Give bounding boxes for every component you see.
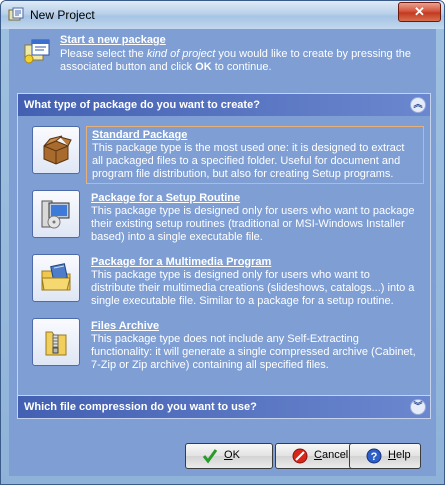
files-archive-title[interactable]: Files Archive (91, 320, 417, 333)
package-box-icon (43, 135, 72, 165)
zip-archive-icon (45, 331, 67, 356)
package-type-panel: What type of package do you want to crea… (17, 93, 431, 409)
expand-icon[interactable]: ︾ (410, 399, 426, 415)
setup-computer-icon (41, 200, 70, 229)
standard-package-title[interactable]: Standard Package (92, 129, 418, 142)
compression-panel-header[interactable]: Which file compression do you want to us… (17, 395, 431, 419)
cancel-button-label: Cancel (314, 449, 349, 461)
package-type-panel-header[interactable]: What type of package do you want to crea… (18, 94, 430, 116)
header-desc-emphasis: kind of project (146, 48, 216, 60)
ok-button-label: OK (224, 449, 240, 461)
files-archive-button[interactable] (32, 318, 80, 366)
header-desc-text: Please select the (60, 48, 147, 60)
header-desc-ok: OK (195, 61, 212, 73)
standard-package-desc: This package type is the most used one: … (92, 142, 405, 180)
close-button[interactable]: ✕ (398, 2, 441, 22)
multimedia-program-title[interactable]: Package for a Multimedia Program (91, 256, 417, 269)
new-project-window: New Project ✕ Start a new package Please… (0, 0, 445, 485)
new-package-icon (24, 39, 50, 64)
header-desc-text-3: to continue. (211, 61, 272, 73)
checkmark-icon (202, 449, 218, 464)
help-button-label: Help (388, 449, 411, 461)
standard-package-text: Standard Package This package type is th… (86, 126, 424, 184)
standard-package-button[interactable] (32, 126, 80, 174)
multimedia-program-button[interactable] (32, 254, 80, 302)
header-title[interactable]: Start a new package (60, 34, 166, 46)
help-button[interactable]: ? Help (349, 443, 421, 469)
setup-routine-title[interactable]: Package for a Setup Routine (91, 192, 417, 205)
setup-routine-text: Package for a Setup Routine This package… (86, 190, 422, 246)
compression-panel-title: Which file compression do you want to us… (24, 401, 257, 413)
ok-button[interactable]: OK (185, 443, 273, 469)
header-description: Please select the kind of project you wo… (60, 48, 420, 74)
title-bar: New Project ✕ (1, 1, 444, 29)
setup-routine-desc: This package type is designed only for u… (91, 205, 415, 243)
collapse-icon[interactable]: ︽ (410, 97, 426, 113)
files-archive-desc: This package type does not include any S… (91, 333, 416, 371)
setup-routine-button[interactable] (32, 190, 80, 238)
header: Start a new package Please select the ki… (9, 29, 436, 81)
cancel-icon (292, 448, 308, 464)
help-icon: ? (366, 448, 382, 464)
svg-text:?: ? (371, 451, 378, 463)
window-title: New Project (30, 8, 95, 22)
app-icon (8, 7, 24, 21)
package-type-panel-title: What type of package do you want to crea… (24, 99, 260, 111)
multimedia-folder-icon (41, 263, 71, 291)
multimedia-program-desc: This package type is designed only for u… (91, 269, 415, 307)
files-archive-text: Files Archive This package type does not… (86, 318, 422, 374)
multimedia-program-text: Package for a Multimedia Program This pa… (86, 254, 422, 310)
client-area: Start a new package Please select the ki… (9, 29, 436, 476)
